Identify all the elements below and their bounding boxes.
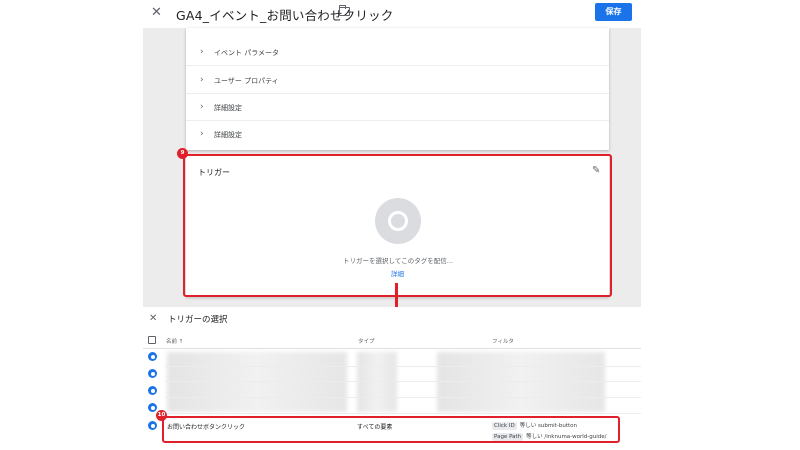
gtm-tag-editor: ✕ GA4_イベント_お問い合わせクリック 保存 › イベント パラメータ › … bbox=[0, 0, 800, 450]
event-parameters-row[interactable]: › イベント パラメータ bbox=[186, 39, 609, 66]
chevron-right-icon: › bbox=[200, 129, 204, 139]
row-label: 詳細設定 bbox=[214, 131, 242, 139]
blurred-trigger-filters bbox=[437, 352, 605, 412]
row-label: ユーザー プロパティ bbox=[214, 77, 279, 85]
trigger-chooser-title: トリガーの選択 bbox=[168, 315, 228, 325]
trigger-type-icon bbox=[148, 369, 157, 378]
annotation-box-selected-row bbox=[162, 416, 620, 443]
step-badge-9: 9 bbox=[177, 148, 188, 159]
close-icon[interactable]: ✕ bbox=[151, 5, 162, 20]
header-divider bbox=[143, 348, 641, 349]
row-divider bbox=[165, 366, 641, 367]
tag-configuration-card: › イベント パラメータ › ユーザー プロパティ › 詳細設定 › 詳細設定 bbox=[186, 28, 609, 150]
advanced-settings-row[interactable]: › 詳細設定 bbox=[186, 94, 609, 121]
tag-title[interactable]: GA4_イベント_お問い合わせクリック bbox=[176, 5, 394, 24]
user-properties-row[interactable]: › ユーザー プロパティ bbox=[186, 67, 609, 94]
save-button[interactable]: 保存 bbox=[595, 3, 632, 21]
row-divider bbox=[165, 413, 641, 414]
row-label: 詳細設定 bbox=[214, 104, 242, 112]
column-header-filter: フィルタ bbox=[492, 339, 514, 345]
row-label: イベント パラメータ bbox=[214, 49, 280, 57]
blurred-trigger-types bbox=[357, 352, 397, 412]
advanced-settings-row-2[interactable]: › 詳細設定 bbox=[186, 121, 609, 148]
folder-icon[interactable] bbox=[339, 5, 350, 16]
chevron-right-icon: › bbox=[200, 47, 204, 57]
trigger-type-icon bbox=[148, 352, 157, 361]
chevron-right-icon: › bbox=[200, 75, 204, 85]
trigger-type-icon bbox=[148, 386, 157, 395]
trigger-type-icon bbox=[148, 403, 157, 412]
blurred-trigger-names bbox=[167, 352, 347, 412]
chevron-right-icon: › bbox=[200, 102, 204, 112]
trigger-type-icon bbox=[148, 421, 157, 430]
column-header-type: タイプ bbox=[358, 339, 375, 345]
row-divider bbox=[165, 381, 641, 382]
close-icon[interactable]: ✕ bbox=[149, 313, 157, 324]
select-all-checkbox[interactable] bbox=[148, 336, 156, 344]
column-header-name[interactable]: 名前 ↑ bbox=[166, 337, 183, 345]
row-divider bbox=[165, 397, 641, 398]
annotation-box-trigger bbox=[183, 154, 612, 297]
step-badge-10: 10 bbox=[156, 410, 167, 421]
